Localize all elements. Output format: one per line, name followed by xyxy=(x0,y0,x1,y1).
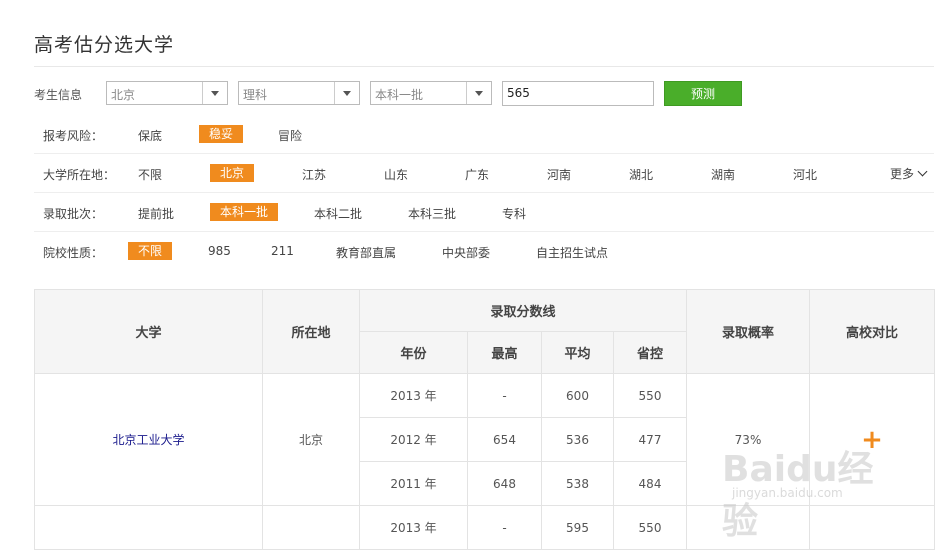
batch-value: 本科一批 xyxy=(375,88,424,102)
batch-filter-row: 录取批次： 提前批 本科一批 本科二批 本科三批 专科 xyxy=(34,193,934,232)
control-cell: 484 xyxy=(612,461,688,506)
risk-option[interactable]: 保底 xyxy=(138,127,162,144)
region-value: 北京 xyxy=(111,88,136,102)
location-option[interactable]: 河北 xyxy=(793,166,817,183)
subject-select[interactable]: 理科 xyxy=(238,81,360,105)
header-year: 年份 xyxy=(359,331,468,374)
avg-cell: 538 xyxy=(541,461,614,506)
max-cell: - xyxy=(467,373,542,418)
year-cell: 2013 年 xyxy=(359,373,468,418)
nature-option[interactable]: 中央部委 xyxy=(442,244,490,261)
risk-option[interactable]: 冒险 xyxy=(278,127,302,144)
year-cell: 2011 年 xyxy=(359,461,468,506)
chevron-down-icon[interactable] xyxy=(466,82,491,104)
region-select[interactable]: 北京 xyxy=(106,81,228,105)
chevron-down-icon[interactable] xyxy=(202,82,227,104)
batch-option-selected[interactable]: 本科一批 xyxy=(210,203,279,221)
location-label: 大学所在地： xyxy=(43,168,116,182)
location-option[interactable]: 河南 xyxy=(547,166,571,183)
max-cell: - xyxy=(467,505,542,550)
more-label: 更多 xyxy=(889,167,914,181)
more-button[interactable]: 更多 xyxy=(889,165,928,182)
nature-option-selected[interactable]: 不限 xyxy=(128,242,173,260)
student-info-label: 考生信息 xyxy=(34,88,83,102)
max-cell: 648 xyxy=(467,461,542,506)
batch-option[interactable]: 提前批 xyxy=(138,205,174,222)
year-cell: 2012 年 xyxy=(359,417,468,462)
page-title: 高考估分选大学 xyxy=(34,34,175,56)
avg-cell: 600 xyxy=(541,373,614,418)
header-score-line: 录取分数线 xyxy=(358,289,688,332)
header-max: 最高 xyxy=(467,331,542,374)
avg-cell: 536 xyxy=(541,417,614,462)
nature-option[interactable]: 211 xyxy=(271,244,294,258)
batch-select[interactable]: 本科一批 xyxy=(370,81,492,105)
nature-option[interactable]: 自主招生试点 xyxy=(536,244,608,261)
chevron-down-icon xyxy=(917,166,928,177)
max-cell: 654 xyxy=(467,417,542,462)
header-control: 省控 xyxy=(612,331,688,374)
avg-cell: 595 xyxy=(541,505,614,550)
control-cell: 550 xyxy=(612,373,688,418)
divider xyxy=(34,66,934,67)
score-input[interactable]: 565 xyxy=(502,81,654,106)
location-filter-row: 大学所在地： 不限 北京 江苏 山东 广东 河南 湖北 湖南 河北 更多 xyxy=(34,154,934,193)
location-option-selected[interactable]: 北京 xyxy=(210,164,255,182)
nature-option[interactable]: 985 xyxy=(208,244,231,258)
location-cell xyxy=(262,505,360,550)
location-option[interactable]: 不限 xyxy=(138,166,162,183)
batch-label: 录取批次： xyxy=(43,207,104,221)
chevron-down-icon[interactable] xyxy=(334,82,359,104)
watermark-url: jingyan.baidu.com xyxy=(732,486,843,500)
location-option[interactable]: 广东 xyxy=(465,166,489,183)
risk-label: 报考风险： xyxy=(43,129,104,143)
header-location: 所在地 xyxy=(262,289,360,374)
university-link[interactable]: 北京工业大学 xyxy=(34,373,263,506)
batch-option[interactable]: 本科二批 xyxy=(314,205,362,222)
batch-option[interactable]: 专科 xyxy=(502,205,526,222)
location-option[interactable]: 江苏 xyxy=(302,166,326,183)
subject-value: 理科 xyxy=(243,88,268,102)
baidu-watermark: Baidu经验 jingyan.baidu.com xyxy=(722,422,892,542)
control-cell: 550 xyxy=(612,505,688,550)
location-option[interactable]: 山东 xyxy=(384,166,408,183)
batch-option[interactable]: 本科三批 xyxy=(408,205,456,222)
risk-filter-row: 报考风险： 保底 稳妥 冒险 xyxy=(34,115,934,154)
table-row: 北京工业大学 北京 2013 年 - 600 550 73% + xyxy=(34,373,936,506)
nature-label: 院校性质： xyxy=(43,246,104,260)
predict-button[interactable]: 预测 xyxy=(664,81,742,106)
header-probability: 录取概率 xyxy=(686,289,811,374)
nature-filter-row: 院校性质： 不限 985 211 教育部直属 中央部委 自主招生试点 xyxy=(34,232,934,270)
risk-option-selected[interactable]: 稳妥 xyxy=(199,125,244,143)
university-cell xyxy=(34,505,263,550)
location-cell: 北京 xyxy=(262,373,360,506)
header-university: 大学 xyxy=(34,289,263,374)
control-cell: 477 xyxy=(612,417,688,462)
nature-option[interactable]: 教育部直属 xyxy=(336,244,396,261)
location-option[interactable]: 湖北 xyxy=(629,166,653,183)
year-cell: 2013 年 xyxy=(359,505,468,550)
header-compare: 高校对比 xyxy=(809,289,936,374)
location-option[interactable]: 湖南 xyxy=(711,166,735,183)
header-avg: 平均 xyxy=(541,331,614,374)
